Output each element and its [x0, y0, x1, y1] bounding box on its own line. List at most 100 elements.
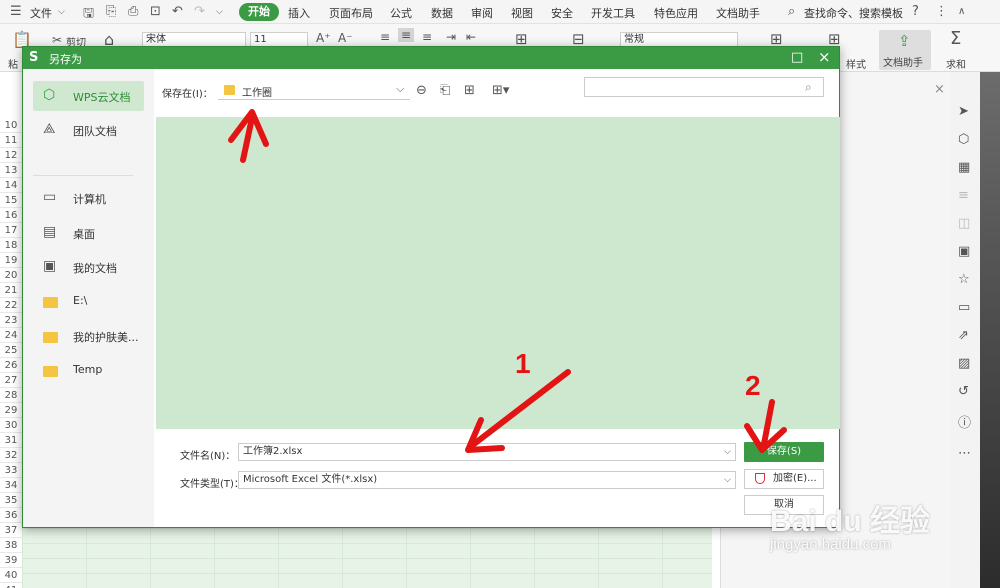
row-header[interactable]: 36	[0, 508, 22, 523]
tab-security[interactable]: 安全	[551, 5, 573, 21]
row-header[interactable]: 37	[0, 523, 22, 538]
row-header[interactable]: 35	[0, 493, 22, 508]
new-folder-icon[interactable]: ⊞	[464, 83, 475, 98]
tab-home[interactable]: 开始	[239, 3, 279, 21]
chevron-down-icon[interactable]: ⌵	[58, 7, 65, 17]
tab-doc-assistant[interactable]: 文档助手	[716, 5, 760, 21]
select-cursor-icon[interactable]: ➤	[958, 104, 969, 119]
row-header[interactable]: 23	[0, 313, 22, 328]
filename-input[interactable]: 工作簿2.xlsx ⌵	[238, 443, 736, 461]
row-header[interactable]: 16	[0, 208, 22, 223]
row-header[interactable]: 28	[0, 388, 22, 403]
file-list-area[interactable]	[156, 117, 840, 429]
star-icon[interactable]: ☆	[958, 272, 970, 287]
search-icon[interactable]: ⌕	[788, 4, 795, 19]
row-header[interactable]: 31	[0, 433, 22, 448]
gallery-icon[interactable]: ▣	[958, 244, 970, 259]
help-icon[interactable]: ?	[912, 4, 919, 19]
row-header[interactable]: 12	[0, 148, 22, 163]
row-header[interactable]: 19	[0, 253, 22, 268]
row-header[interactable]: 14	[0, 178, 22, 193]
indent-icon[interactable]: ⇥	[446, 30, 456, 44]
more-options-icon[interactable]: ⋯	[958, 446, 971, 461]
save-icon[interactable]: 🖫	[83, 4, 94, 26]
sum-icon[interactable]: Σ	[950, 28, 961, 49]
save-button[interactable]: 保存(S)	[744, 442, 824, 462]
row-header[interactable]: 17	[0, 223, 22, 238]
archive-icon[interactable]: ▭	[958, 300, 970, 315]
help-circle-icon[interactable]: ⓘ	[958, 412, 971, 431]
sidebar-item-e-drive[interactable]: E:\	[33, 286, 144, 316]
align-bottom-icon[interactable]: ≡	[422, 30, 432, 44]
row-header[interactable]: 18	[0, 238, 22, 253]
outdent-icon[interactable]: ⇤	[466, 30, 476, 44]
file-menu[interactable]: 文件	[30, 5, 52, 21]
save-in-select[interactable]: 工作圈 ⌵	[218, 80, 410, 100]
redo-icon[interactable]: ↷	[194, 4, 205, 19]
styles-label[interactable]: 样式	[846, 56, 866, 71]
comment-icon[interactable]: ◫	[958, 216, 970, 231]
encrypt-button[interactable]: 加密(E)...	[744, 469, 824, 489]
row-header[interactable]: 33	[0, 463, 22, 478]
row-header[interactable]: 27	[0, 373, 22, 388]
tab-page-layout[interactable]: 页面布局	[329, 5, 373, 21]
paste-label[interactable]: 粘	[8, 56, 18, 71]
view-mode-icon[interactable]: ⊞▾	[492, 83, 509, 98]
row-header[interactable]: 21	[0, 283, 22, 298]
history-icon[interactable]: ↺	[958, 384, 969, 399]
tab-special-apps[interactable]: 特色应用	[654, 5, 698, 21]
print-preview-icon[interactable]: ⊡	[150, 4, 161, 19]
row-header[interactable]: 11	[0, 133, 22, 148]
sidebar-item-desktop[interactable]: ▤ 桌面	[33, 218, 144, 248]
image-icon[interactable]: ▨	[958, 356, 970, 371]
collapse-ribbon-icon[interactable]: ∧	[958, 6, 965, 17]
sidebar-item-computer[interactable]: ▭ 计算机	[33, 183, 144, 213]
row-header[interactable]: 26	[0, 358, 22, 373]
maximize-icon[interactable]: □	[791, 50, 803, 65]
align-top-icon[interactable]: ≡	[380, 30, 390, 44]
sidebar-item-my-documents[interactable]: ▣ 我的文档	[33, 252, 144, 282]
chevron-down-icon[interactable]: ⌵	[724, 472, 731, 488]
file-search-input[interactable]: ⌕	[584, 77, 824, 97]
format-painter-icon[interactable]: ⎘	[106, 4, 116, 19]
tab-data[interactable]: 数据	[431, 5, 453, 21]
properties-icon[interactable]: ≡	[958, 188, 969, 203]
row-header[interactable]: 22	[0, 298, 22, 313]
row-header[interactable]: 34	[0, 478, 22, 493]
tab-developer[interactable]: 开发工具	[591, 5, 635, 21]
dialog-titlebar[interactable]: S 另存为 □ ×	[23, 47, 839, 69]
doc-assistant-button[interactable]: ⇪ 文档助手	[879, 30, 931, 70]
filetype-select[interactable]: Microsoft Excel 文件(*.xlsx) ⌵	[238, 471, 736, 489]
pane-close-icon[interactable]: ×	[934, 82, 945, 97]
back-icon[interactable]: ⊖	[416, 83, 427, 98]
row-header[interactable]: 40	[0, 568, 22, 583]
row-header[interactable]: 41	[0, 583, 22, 588]
quick-access-dropdown-icon[interactable]: ⌵	[216, 7, 223, 17]
row-header[interactable]: 29	[0, 403, 22, 418]
share-icon[interactable]: ⇗	[958, 328, 969, 343]
tab-formulas[interactable]: 公式	[390, 5, 412, 21]
up-folder-icon[interactable]: ⎗	[440, 83, 450, 98]
row-header[interactable]: 24	[0, 328, 22, 343]
row-header[interactable]: 38	[0, 538, 22, 553]
hamburger-icon[interactable]: ☰	[10, 4, 22, 19]
more-icon[interactable]: ⋮	[935, 4, 948, 19]
align-middle-icon[interactable]: ≡	[398, 28, 415, 42]
command-search[interactable]: 查找命令、搜索模板	[804, 5, 903, 21]
sidebar-item-team-docs[interactable]: ⟁ 团队文档	[33, 115, 144, 145]
sidebar-item-skincare-folder[interactable]: 我的护肤美...	[33, 321, 144, 351]
row-header[interactable]: 10	[0, 118, 22, 133]
decrease-font-icon[interactable]: A⁻	[338, 31, 353, 45]
row-header[interactable]: 30	[0, 418, 22, 433]
shapes-icon[interactable]: ⬡	[958, 132, 969, 147]
sidebar-item-wps-cloud[interactable]: ⬡ WPS云文档	[33, 81, 144, 111]
row-header[interactable]: 39	[0, 553, 22, 568]
undo-icon[interactable]: ↶	[172, 4, 183, 19]
row-header[interactable]: 25	[0, 343, 22, 358]
tab-insert[interactable]: 插入	[288, 5, 310, 21]
sidebar-item-temp[interactable]: Temp	[33, 355, 144, 385]
sum-label[interactable]: 求和	[946, 56, 966, 71]
row-header[interactable]: 20	[0, 268, 22, 283]
print-icon[interactable]: ⎙	[128, 4, 138, 19]
close-icon[interactable]: ×	[818, 48, 831, 66]
